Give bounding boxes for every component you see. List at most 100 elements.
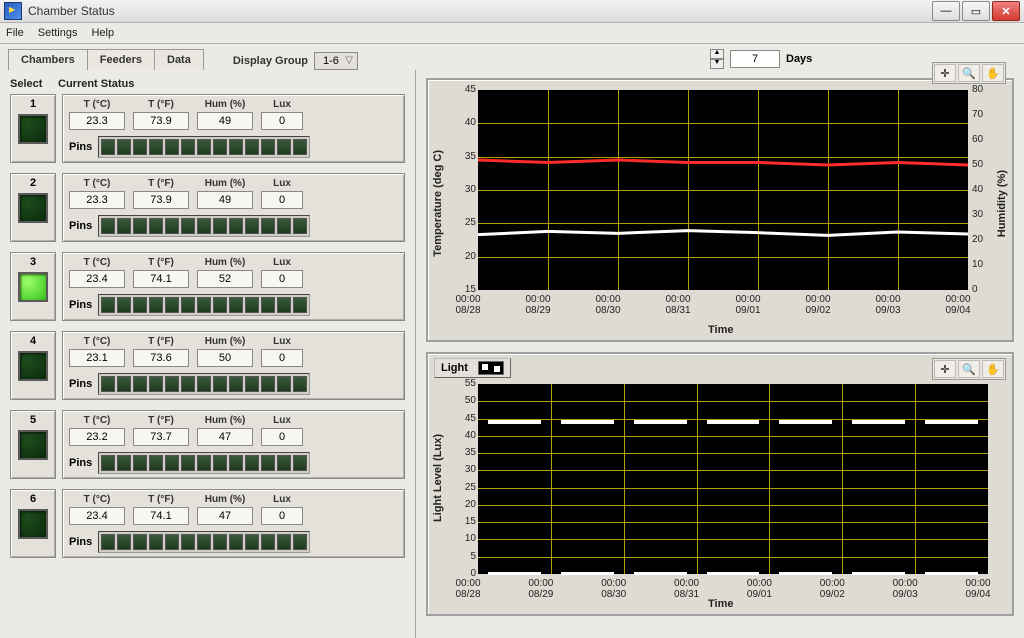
light-off-segment (707, 572, 760, 575)
y-tick-right: 70 (972, 109, 983, 120)
pin-led (229, 534, 243, 550)
chamber-selector: 2 (10, 173, 56, 242)
col-tc: T (°C) (84, 494, 111, 505)
y-tick-left: 5 (458, 551, 476, 562)
y-tick-right: 60 (972, 134, 983, 145)
close-button[interactable]: ✕ (992, 1, 1020, 21)
chamber-selector: 3 (10, 252, 56, 321)
pin-led (229, 376, 243, 392)
chamber-select-led[interactable] (18, 193, 48, 223)
col-select: Select (10, 78, 58, 90)
menu-file[interactable]: File (6, 27, 24, 39)
pin-led (293, 218, 307, 234)
value-tc: 23.3 (69, 191, 125, 209)
value-tc: 23.3 (69, 112, 125, 130)
maximize-button[interactable]: ▭ (962, 1, 990, 21)
chamber-status-panel: T (°C)23.4 T (°F)74.1 Hum (%)47 Lux0 Pin… (62, 489, 405, 558)
x-axis-label-1: Time (708, 324, 733, 336)
y-tick-left: 40 (458, 430, 476, 441)
pin-led (101, 218, 115, 234)
chamber-row: 2 T (°C)23.3 T (°F)73.9 Hum (%)49 Lux0 P… (10, 173, 405, 242)
days-label: Days (786, 53, 812, 65)
days-field[interactable]: 7 (730, 50, 780, 68)
pin-led (165, 534, 179, 550)
pins-indicator (98, 531, 310, 553)
light-on-segment (561, 420, 614, 424)
zoom-tool-icon[interactable]: 🔍 (958, 64, 980, 82)
pin-led (117, 218, 131, 234)
value-hum: 47 (197, 428, 253, 446)
days-spin-up[interactable]: ▲ (710, 49, 724, 59)
chamber-select-led[interactable] (18, 114, 48, 144)
light-off-segment (925, 572, 978, 575)
y-tick-left: 0 (458, 568, 476, 579)
pin-led (117, 455, 131, 471)
chamber-selector: 4 (10, 331, 56, 400)
chamber-select-led[interactable] (18, 509, 48, 539)
pin-led (149, 139, 163, 155)
tab-feeders[interactable]: Feeders (87, 49, 155, 70)
pin-led (293, 139, 307, 155)
tab-chambers[interactable]: Chambers (8, 49, 88, 70)
pin-led (165, 218, 179, 234)
pin-led (117, 534, 131, 550)
days-spin-down[interactable]: ▼ (710, 59, 724, 69)
light-on-segment (634, 420, 687, 424)
col-tf: T (°F) (148, 99, 174, 110)
tab-row: Chambers Feeders Data Display Group 1-6 (0, 44, 1024, 70)
pin-led (261, 534, 275, 550)
chamber-select-led[interactable] (18, 430, 48, 460)
light-on-segment (779, 420, 832, 424)
value-lux: 0 (261, 349, 303, 367)
chamber-row: 3 T (°C)23.4 T (°F)74.1 Hum (%)52 Lux0 P… (10, 252, 405, 321)
chamber-number: 2 (30, 177, 36, 189)
menu-help[interactable]: Help (91, 27, 114, 39)
light-on-segment (925, 420, 978, 424)
plot-area-2[interactable] (478, 384, 988, 574)
pin-led (165, 139, 179, 155)
pin-led (133, 297, 147, 313)
crosshair-tool-icon[interactable]: ✛ (934, 360, 956, 378)
menu-settings[interactable]: Settings (38, 27, 78, 39)
chamber-select-led[interactable] (18, 351, 48, 381)
light-legend-swatch[interactable] (478, 361, 504, 375)
chamber-row: 5 T (°C)23.2 T (°F)73.7 Hum (%)47 Lux0 P… (10, 410, 405, 479)
pan-tool-icon[interactable]: ✋ (982, 360, 1004, 378)
pin-led (181, 455, 195, 471)
crosshair-tool-icon[interactable]: ✛ (934, 64, 956, 82)
pins-indicator (98, 452, 310, 474)
y-axis-left-label: Temperature (deg C) (432, 150, 444, 257)
y-tick-right: 80 (972, 84, 983, 95)
pin-led (229, 297, 243, 313)
value-tc: 23.2 (69, 428, 125, 446)
value-hum: 49 (197, 191, 253, 209)
pin-led (261, 139, 275, 155)
value-tf: 73.7 (133, 428, 189, 446)
pin-led (245, 297, 259, 313)
app-icon (4, 2, 22, 20)
pin-led (101, 455, 115, 471)
col-tf: T (°F) (148, 494, 174, 505)
col-lux: Lux (273, 99, 291, 110)
chamber-selector: 6 (10, 489, 56, 558)
pin-led (245, 218, 259, 234)
minimize-button[interactable]: — (932, 1, 960, 21)
value-hum: 50 (197, 349, 253, 367)
chamber-select-led[interactable] (18, 272, 48, 302)
col-tf: T (°F) (148, 257, 174, 268)
x-tick: 00:00 09/02 (793, 294, 843, 316)
pin-led (261, 297, 275, 313)
x-tick: 00:00 08/30 (589, 578, 639, 600)
col-hum: Hum (%) (205, 178, 246, 189)
pin-led (277, 455, 291, 471)
pin-led (117, 297, 131, 313)
tab-data[interactable]: Data (154, 49, 204, 70)
y-tick-right: 0 (972, 284, 978, 295)
chamber-status-panel: T (°C)23.3 T (°F)73.9 Hum (%)49 Lux0 Pin… (62, 94, 405, 163)
x-tick: 00:00 09/01 (723, 294, 773, 316)
pan-tool-icon[interactable]: ✋ (982, 64, 1004, 82)
pins-label: Pins (69, 299, 92, 311)
zoom-tool-icon[interactable]: 🔍 (958, 360, 980, 378)
plot-area-1[interactable] (478, 90, 968, 290)
display-group-select[interactable]: 1-6 (314, 52, 358, 70)
